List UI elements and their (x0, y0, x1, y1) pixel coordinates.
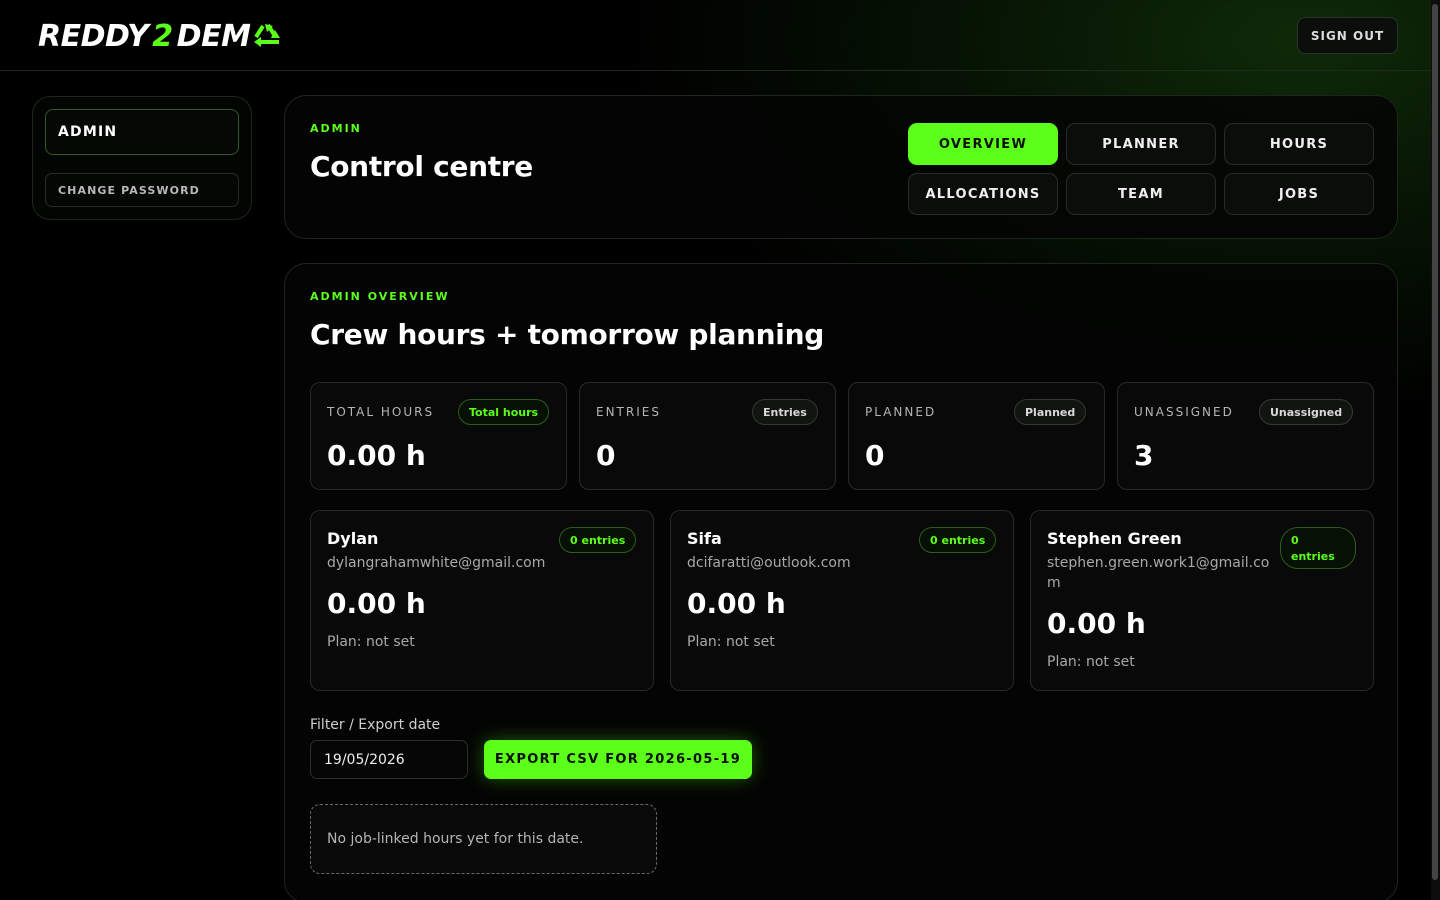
empty-state: No job-linked hours yet for this date. (310, 804, 657, 874)
crew-name: Sifa (687, 529, 722, 548)
overview-title: Crew hours + tomorrow planning (310, 318, 824, 351)
status-badge: Unassigned (1259, 399, 1354, 425)
overview-eyebrow: ADMIN OVERVIEW (310, 290, 450, 303)
entries-badge: 0 entries (919, 527, 997, 553)
logo[interactable]: REDDY 2 DEM (38, 16, 285, 56)
stat-label: TOTAL HOURS (327, 405, 435, 419)
control-eyebrow: ADMIN (310, 122, 362, 135)
sidebar: ADMIN CHANGE PASSWORD (32, 96, 252, 220)
stat-value: 3 (1134, 439, 1154, 472)
logo-text-two: 2 (152, 18, 173, 54)
logo-text-dem: DEM (176, 18, 251, 54)
crew-card-dylan: Dylan 0 entries dylangrahamwhite@gmail.c… (310, 510, 654, 691)
crew-email: stephen.green.work1@gmail.com (1047, 555, 1270, 591)
crew-hours: 0.00 h (327, 587, 426, 620)
stat-card-entries: ENTRIES Entries 0 (579, 382, 836, 490)
filter-label: Filter / Export date (310, 717, 441, 733)
stat-label: PLANNED (865, 405, 937, 419)
stat-card-total-hours: TOTAL HOURS Total hours 0.00 h (310, 382, 567, 490)
date-input[interactable] (310, 740, 468, 779)
crew-name: Dylan (327, 529, 379, 548)
status-badge: Total hours (458, 399, 550, 425)
crew-plan: Plan: not set (327, 634, 415, 650)
stat-card-planned: PLANNED Planned 0 (848, 382, 1105, 490)
logo-text-reddy: REDDY (38, 18, 149, 54)
sidebar-item-change-password[interactable]: CHANGE PASSWORD (45, 173, 239, 207)
entries-badge: 0 entries (559, 527, 637, 553)
status-badge: Entries (752, 399, 818, 425)
crew-email: dylangrahamwhite@gmail.com (327, 555, 546, 571)
tab-hours[interactable]: HOURS (1224, 123, 1374, 165)
empty-message: No job-linked hours yet for this date. (327, 831, 584, 847)
entries-badge: 0 entries (1280, 527, 1356, 569)
tab-jobs[interactable]: JOBS (1224, 173, 1374, 215)
scrollbar-thumb[interactable] (1432, 4, 1438, 880)
stat-value: 0.00 h (327, 439, 426, 472)
page-title: Control centre (310, 150, 533, 183)
stat-card-unassigned: UNASSIGNED Unassigned 3 (1117, 382, 1374, 490)
crew-card-sifa: Sifa 0 entries dcifaratti@outlook.com 0.… (670, 510, 1014, 691)
tab-planner[interactable]: PLANNER (1066, 123, 1216, 165)
tab-team[interactable]: TEAM (1066, 173, 1216, 215)
control-centre-panel: ADMIN Control centre OVERVIEW PLANNER HO… (284, 95, 1398, 239)
tab-overview[interactable]: OVERVIEW (908, 123, 1058, 165)
stat-label: UNASSIGNED (1134, 405, 1234, 419)
crew-name: Stephen Green (1047, 529, 1182, 548)
sign-out-button[interactable]: SIGN OUT (1297, 17, 1398, 54)
crew-hours: 0.00 h (1047, 607, 1146, 640)
top-bar: REDDY 2 DEM SIGN OUT (0, 0, 1440, 71)
export-csv-button[interactable]: EXPORT CSV FOR 2026-05-19 (484, 740, 752, 779)
crew-card-stephen-green: Stephen Green 0 entries stephen.green.wo… (1030, 510, 1374, 691)
crew-plan: Plan: not set (1047, 654, 1135, 670)
status-badge: Planned (1014, 399, 1087, 425)
recycle-icon (254, 23, 281, 47)
admin-overview-panel: ADMIN OVERVIEW Crew hours + tomorrow pla… (284, 263, 1398, 900)
crew-plan: Plan: not set (687, 634, 775, 650)
crew-email: dcifaratti@outlook.com (687, 555, 851, 571)
crew-hours: 0.00 h (687, 587, 786, 620)
stat-label: ENTRIES (596, 405, 661, 419)
tab-allocations[interactable]: ALLOCATIONS (908, 173, 1058, 215)
sidebar-item-admin[interactable]: ADMIN (45, 109, 239, 155)
stat-value: 0 (596, 439, 616, 472)
stat-value: 0 (865, 439, 885, 472)
